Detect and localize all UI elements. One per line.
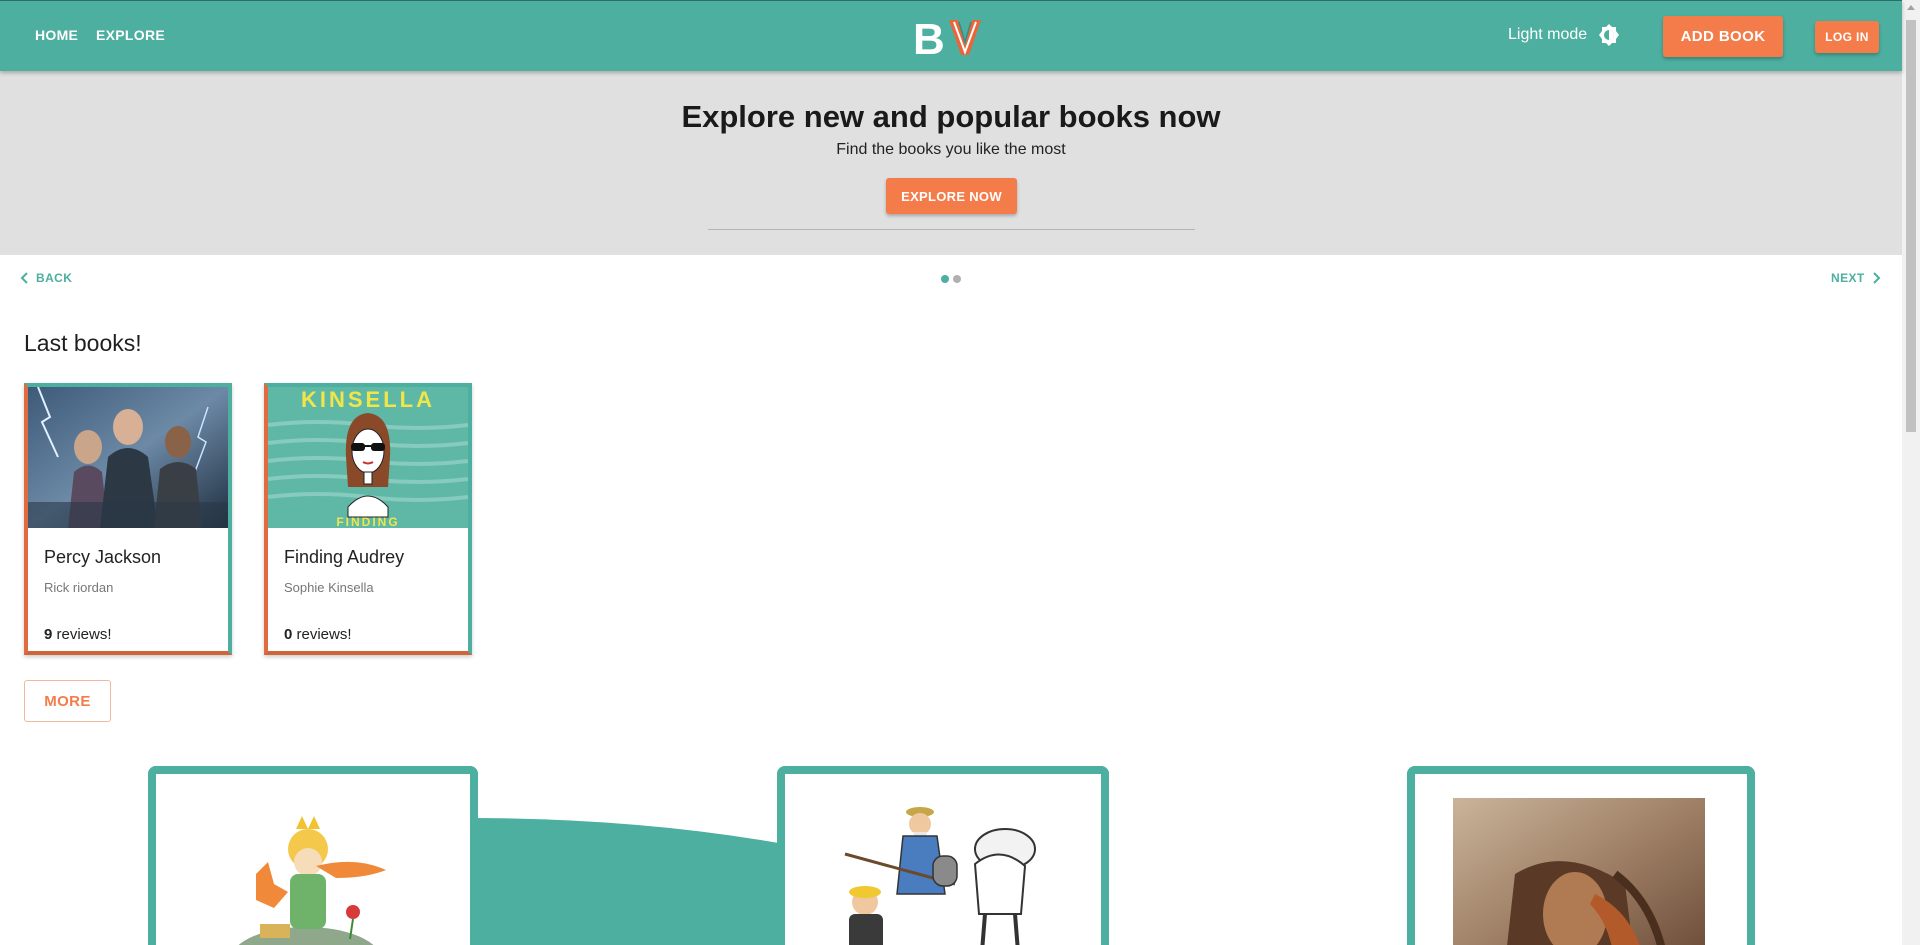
hero-banner: Explore new and popular books now Find t… [0, 71, 1902, 255]
carousel-next-button[interactable]: NEXT [1831, 271, 1881, 285]
page-scrollbar[interactable] [1902, 0, 1920, 945]
theme-toggle-label: Light mode [1508, 26, 1588, 43]
warrior-portrait-illustration [1453, 798, 1705, 945]
book-cover-image [28, 387, 228, 528]
hero-divider [708, 229, 1195, 230]
nav-home-link[interactable]: HOME [35, 27, 78, 43]
book-reviews: 9 reviews! [44, 626, 112, 643]
reviews-suffix: reviews! [292, 626, 352, 643]
hero-title: Explore new and popular books now [681, 99, 1221, 134]
nav-explore-link[interactable]: EXPLORE [96, 27, 165, 43]
scroll-up-icon[interactable] [1907, 5, 1915, 10]
finding-audrey-cover-art: KINSELLA FINDING [268, 387, 468, 528]
percy-jackson-cover-art [28, 387, 228, 528]
reviews-suffix: reviews! [52, 626, 112, 643]
carousel-dot[interactable] [941, 275, 949, 283]
don-quixote-illustration [844, 807, 1036, 945]
add-book-button[interactable]: ADD BOOK [1663, 16, 1783, 57]
book-cover-image: KINSELLA FINDING [268, 387, 468, 528]
carousel-dot[interactable] [953, 275, 961, 283]
cover-title-bottom: FINDING [336, 515, 399, 528]
theme-toggle[interactable]: Light mode [1508, 23, 1621, 47]
carousel-back-button[interactable]: BACK [20, 271, 72, 285]
svg-text:B: B [913, 16, 945, 58]
carousel-back-label: BACK [36, 271, 73, 285]
bv-logo-icon: B [913, 15, 981, 64]
cover-title-top: KINSELLA [301, 387, 435, 412]
book-card-percy-jackson[interactable]: Percy Jackson Rick riordan 9 reviews! [24, 383, 232, 655]
login-button[interactable]: LOG IN [1815, 21, 1879, 53]
last-books-title: Last books! [24, 330, 142, 356]
book-author: Sophie Kinsella [284, 580, 374, 595]
book-author: Rick riordan [44, 580, 114, 595]
brightness-icon [1599, 24, 1620, 46]
book-title: Finding Audrey [284, 547, 405, 567]
chevron-right-icon [1872, 272, 1881, 284]
app-bar: HOME EXPLORE B Light mode ADD BOOK LOG I… [0, 0, 1902, 71]
book-title: Percy Jackson [44, 547, 162, 567]
showcase-card-don-quixote[interactable] [777, 766, 1109, 945]
scrollbar-thumb[interactable] [1906, 20, 1916, 432]
book-card-finding-audrey[interactable]: KINSELLA FINDING Finding Audrey Sophie K… [264, 383, 472, 655]
chevron-left-icon [20, 272, 28, 284]
little-prince-illustration [238, 816, 386, 945]
more-books-button[interactable]: MORE [24, 680, 111, 722]
carousel-next-label: NEXT [1831, 271, 1865, 285]
carousel-dots [941, 275, 961, 283]
book-reviews: 0 reviews! [284, 626, 352, 643]
hero-subtitle: Find the books you like the most [836, 141, 1066, 158]
showcase-card-warrior-portrait[interactable] [1407, 766, 1755, 945]
showcase-card-little-prince[interactable] [148, 766, 478, 945]
logo[interactable]: B [913, 15, 989, 64]
explore-now-button[interactable]: EXPLORE NOW [886, 178, 1017, 214]
